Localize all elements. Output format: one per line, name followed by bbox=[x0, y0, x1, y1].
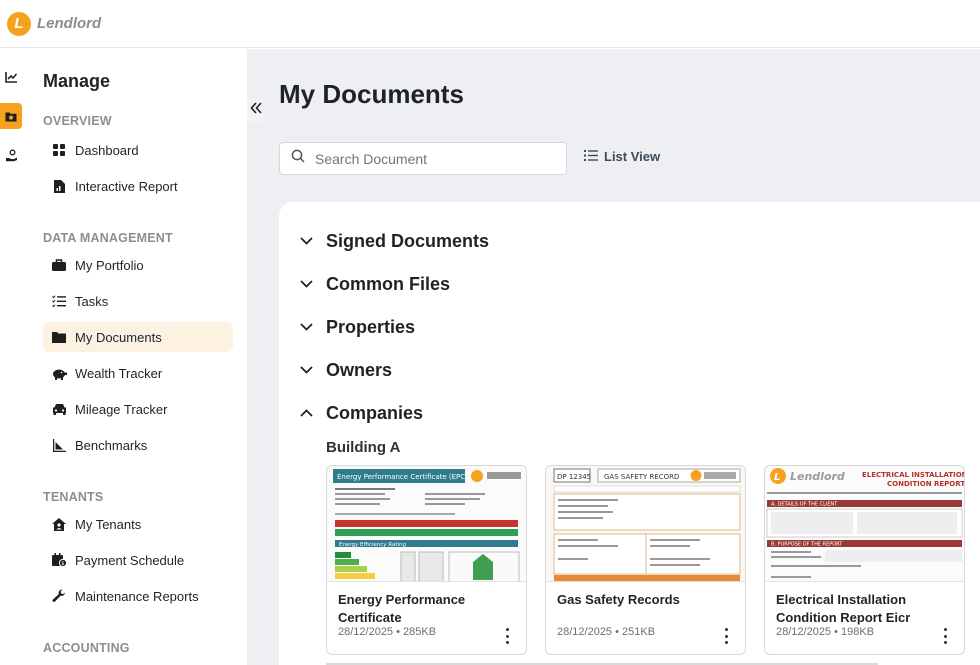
sidebar-item-label: My Portfolio bbox=[75, 257, 144, 273]
sidebar-item-my-documents[interactable]: My Documents bbox=[43, 322, 233, 352]
sidebar-item-tasks[interactable]: Tasks bbox=[43, 286, 233, 316]
thumb-text: Energy Efficiency Rating bbox=[339, 542, 406, 548]
thumb-text: A. DETAILS OF THE CLIENT bbox=[771, 502, 838, 508]
thumb-text: CONDITION REPORT bbox=[887, 480, 964, 488]
sidebar-item-label: Wealth Tracker bbox=[75, 365, 163, 381]
list-view-toggle[interactable]: List View bbox=[584, 149, 660, 164]
thumb-text: DP 12345 bbox=[557, 473, 591, 481]
home-user-icon bbox=[51, 516, 67, 532]
double-chevron-left-icon bbox=[250, 101, 262, 119]
accordion-properties[interactable]: Properties bbox=[299, 312, 415, 342]
dashboard-icon bbox=[51, 142, 67, 158]
chevron-down-icon bbox=[299, 277, 313, 291]
accordion-label: Properties bbox=[326, 316, 416, 337]
accordion-label: Owners bbox=[326, 359, 393, 380]
more-options-icon[interactable] bbox=[942, 628, 948, 644]
document-title: Energy Performance Certificate bbox=[338, 592, 466, 625]
sidebar-item-label: Tasks bbox=[75, 293, 109, 309]
sidebar-item-label: Dashboard bbox=[75, 142, 139, 158]
section-overview: OVERVIEW bbox=[43, 114, 112, 128]
benchmark-icon bbox=[51, 437, 67, 453]
more-options-icon[interactable] bbox=[504, 628, 510, 644]
briefcase-icon bbox=[51, 257, 67, 273]
chart-icon[interactable] bbox=[0, 64, 22, 90]
thumb-text: Lendlord bbox=[790, 470, 845, 483]
section-data-management: DATA MANAGEMENT bbox=[43, 231, 173, 245]
document-meta: 28/12/2025 • 285KB bbox=[338, 626, 437, 638]
accordion-owners[interactable]: Owners bbox=[299, 355, 392, 385]
sidebar-item-wealth-tracker[interactable]: Wealth Tracker bbox=[43, 358, 233, 388]
accordion-common-files[interactable]: Common Files bbox=[299, 269, 450, 299]
sidebar-title: Manage bbox=[43, 71, 111, 91]
task-list-icon bbox=[51, 293, 67, 309]
sidebar-item-payment-schedule[interactable]: $ Payment Schedule bbox=[43, 545, 233, 575]
sidebar-item-label: Mileage Tracker bbox=[75, 401, 168, 417]
folder-icon[interactable] bbox=[0, 103, 22, 129]
sidebar-item-mileage-tracker[interactable]: Mileage Tracker bbox=[43, 394, 233, 424]
sidebar-item-label: Benchmarks bbox=[75, 437, 148, 453]
brand-name: Lendlord bbox=[37, 15, 102, 32]
accordion-companies[interactable]: Companies bbox=[299, 398, 423, 428]
section-accounting: ACCOUNTING bbox=[43, 641, 130, 655]
document-card[interactable]: L Lendlord ELECTRICAL INSTALLATION CONDI… bbox=[764, 465, 965, 655]
more-options-icon[interactable] bbox=[723, 628, 729, 644]
documents-panel: Signed Documents Common Files Properties… bbox=[279, 202, 980, 665]
sidebar-item-dashboard[interactable]: Dashboard bbox=[43, 135, 233, 165]
document-card[interactable]: Energy Performance Certificate (EPC) Ene… bbox=[326, 465, 527, 655]
chevron-down-icon bbox=[299, 363, 313, 377]
document-thumbnail: L Lendlord ELECTRICAL INSTALLATION CONDI… bbox=[765, 466, 964, 582]
document-thumbnail: Energy Performance Certificate (EPC) Ene… bbox=[327, 466, 526, 582]
folder-icon bbox=[51, 329, 67, 345]
sidebar-item-my-portfolio[interactable]: My Portfolio bbox=[43, 250, 233, 280]
search-box[interactable] bbox=[279, 142, 567, 175]
chevron-down-icon bbox=[299, 234, 313, 248]
report-file-icon bbox=[51, 178, 67, 194]
icon-rail bbox=[0, 49, 22, 665]
accordion-signed-documents[interactable]: Signed Documents bbox=[299, 226, 489, 256]
car-icon bbox=[51, 401, 67, 417]
search-icon bbox=[291, 149, 305, 168]
accordion-label: Companies bbox=[326, 402, 424, 423]
sidebar-item-label: Payment Schedule bbox=[75, 552, 185, 568]
sidebar-item-my-tenants[interactable]: My Tenants bbox=[43, 509, 233, 539]
chevron-down-icon bbox=[299, 320, 313, 334]
accordion-label: Common Files bbox=[326, 273, 451, 294]
hand-coin-icon[interactable] bbox=[0, 142, 22, 168]
list-icon bbox=[584, 149, 604, 164]
sidebar-item-label: Interactive Report bbox=[75, 178, 178, 194]
thumb-text: Energy Performance Certificate (EPC) bbox=[337, 473, 468, 481]
thumb-text: GAS SAFETY RECORD bbox=[604, 473, 679, 481]
sidebar-item-maintenance-reports[interactable]: Maintenance Reports bbox=[43, 581, 233, 611]
sidebar-item-label: My Tenants bbox=[75, 516, 142, 532]
page-title: My Documents bbox=[279, 79, 464, 109]
document-card[interactable]: DP 12345 GAS SAFETY RECORD Gas Safety Re… bbox=[545, 465, 746, 655]
thumb-text: B. PURPOSE OF THE REPORT bbox=[771, 542, 843, 548]
svg-text:L: L bbox=[774, 472, 780, 483]
main-content: My Documents List View Signed Documents … bbox=[247, 49, 980, 665]
accordion-label: Signed Documents bbox=[326, 230, 490, 251]
sidebar-item-label: Maintenance Reports bbox=[75, 588, 199, 604]
list-view-label: List View bbox=[604, 149, 661, 164]
document-meta: 28/12/2025 • 198KB bbox=[776, 626, 875, 638]
wrench-icon bbox=[51, 588, 67, 604]
piggy-bank-icon bbox=[51, 365, 67, 381]
section-tenants: TENANTS bbox=[43, 490, 104, 504]
thumb-text: ELECTRICAL INSTALLATION bbox=[862, 471, 964, 479]
chevron-up-icon bbox=[299, 406, 313, 420]
search-input[interactable] bbox=[315, 150, 545, 167]
group-heading: Building A bbox=[326, 439, 401, 456]
sidebar-item-benchmarks[interactable]: Benchmarks bbox=[43, 430, 233, 460]
svg-text:$: $ bbox=[61, 561, 64, 567]
collapse-sidebar-button[interactable] bbox=[247, 98, 265, 122]
calendar-money-icon: $ bbox=[51, 552, 67, 568]
document-title: Electrical Installation Condition Report… bbox=[776, 592, 911, 625]
sidebar-item-label: My Documents bbox=[75, 329, 162, 345]
sidebar: Manage OVERVIEW Dashboard Interactive Re… bbox=[28, 49, 247, 665]
document-thumbnail: DP 12345 GAS SAFETY RECORD bbox=[546, 466, 745, 582]
sidebar-item-interactive-report[interactable]: Interactive Report bbox=[43, 171, 233, 201]
document-title: Gas Safety Records bbox=[557, 592, 680, 607]
lendlord-logo-icon[interactable]: L bbox=[7, 11, 31, 36]
top-bar: L Lendlord bbox=[0, 0, 980, 48]
document-meta: 28/12/2025 • 251KB bbox=[557, 626, 656, 638]
